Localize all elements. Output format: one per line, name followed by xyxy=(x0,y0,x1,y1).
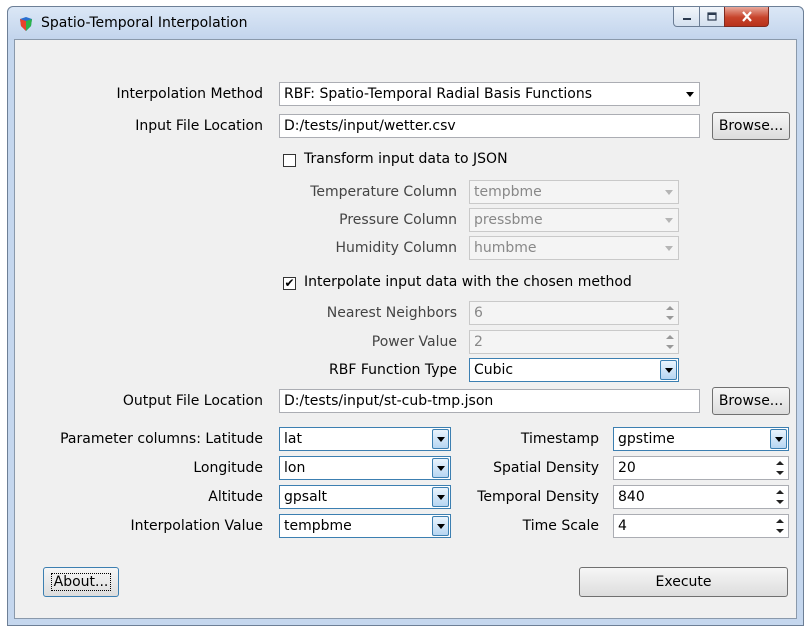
interp-value-value: tempbme xyxy=(284,518,352,534)
temporal-density-spinbox[interactable]: 840 xyxy=(613,485,789,509)
chevron-down-icon xyxy=(432,516,449,536)
latitude-select[interactable]: lat xyxy=(279,427,451,451)
minimize-button[interactable] xyxy=(673,7,700,27)
neighbors-label: Nearest Neighbors xyxy=(326,305,457,321)
pressure-label: Pressure Column xyxy=(339,212,457,228)
chevron-down-icon xyxy=(432,487,449,507)
interpolate-label: Interpolate input data with the chosen m… xyxy=(304,274,632,290)
chevron-down-icon xyxy=(660,238,677,258)
transform-checkbox[interactable] xyxy=(283,154,296,167)
pressure-select[interactable]: pressbme xyxy=(469,208,679,232)
chevron-down-icon xyxy=(770,429,787,449)
minimize-icon xyxy=(682,17,691,20)
chevron-down-icon xyxy=(660,360,677,380)
latitude-label: Parameter columns: Latitude xyxy=(60,431,263,447)
spin-arrows-icon[interactable] xyxy=(773,487,786,507)
transform-label: Transform input data to JSON xyxy=(304,151,508,167)
time-scale-value: 4 xyxy=(618,518,627,534)
temperature-label: Temperature Column xyxy=(310,184,457,200)
interp-value-select[interactable]: tempbme xyxy=(279,514,451,538)
humidity-value: humbme xyxy=(474,240,537,256)
about-button-label: About... xyxy=(50,573,112,591)
chevron-down-icon xyxy=(681,84,698,104)
chevron-down-icon xyxy=(660,210,677,230)
rbf-value: Cubic xyxy=(474,362,514,378)
execute-button[interactable]: Execute xyxy=(579,567,788,597)
altitude-value: gpsalt xyxy=(284,489,328,505)
interpolate-checkbox[interactable]: ✔ xyxy=(283,277,296,290)
power-spinbox[interactable]: 2 xyxy=(469,330,679,354)
timestamp-value: gpstime xyxy=(618,431,675,447)
temporal-density-label: Temporal Density xyxy=(477,489,599,505)
app-icon xyxy=(20,17,32,31)
output-file-label: Output File Location xyxy=(122,393,263,409)
time-scale-label: Time Scale xyxy=(522,518,599,534)
input-file-field[interactable]: D:/tests/input/wetter.csv xyxy=(279,114,700,138)
altitude-select[interactable]: gpsalt xyxy=(279,485,451,509)
longitude-select[interactable]: lon xyxy=(279,456,451,480)
input-browse-button[interactable]: Browse... xyxy=(712,112,790,140)
spin-arrows-icon[interactable] xyxy=(663,303,676,323)
timestamp-select[interactable]: gpstime xyxy=(613,427,789,451)
window-title: Spatio-Temporal Interpolation xyxy=(41,15,248,31)
spatial-density-value: 20 xyxy=(618,460,636,476)
title-bar[interactable]: Spatio-Temporal Interpolation xyxy=(8,7,803,40)
close-icon xyxy=(741,11,752,22)
maximize-icon xyxy=(707,12,717,21)
longitude-label: Longitude xyxy=(193,460,263,476)
about-button[interactable]: About... xyxy=(43,567,119,597)
output-file-field[interactable]: D:/tests/input/st-cub-tmp.json xyxy=(279,389,700,413)
interp-value-label: Interpolation Value xyxy=(130,518,264,534)
method-value: RBF: Spatio-Temporal Radial Basis Functi… xyxy=(284,86,592,102)
temperature-select[interactable]: tempbme xyxy=(469,180,679,204)
rbf-select[interactable]: Cubic xyxy=(469,358,679,382)
latitude-value: lat xyxy=(284,431,302,447)
method-label: Interpolation Method xyxy=(116,86,263,102)
dialog-client-area: Interpolation Method RBF: Spatio-Tempora… xyxy=(14,39,797,619)
spatial-density-label: Spatial Density xyxy=(493,460,599,476)
chevron-down-icon xyxy=(432,458,449,478)
longitude-value: lon xyxy=(284,460,306,476)
input-file-label: Input File Location xyxy=(135,118,263,134)
temporal-density-value: 840 xyxy=(618,489,645,505)
chevron-down-icon xyxy=(432,429,449,449)
output-browse-button[interactable]: Browse... xyxy=(712,387,790,415)
neighbors-value: 6 xyxy=(474,305,483,321)
altitude-label: Altitude xyxy=(208,489,263,505)
dialog-window: Spatio-Temporal Interpolation Interpolat… xyxy=(7,6,804,626)
close-button[interactable] xyxy=(724,7,769,27)
rbf-label: RBF Function Type xyxy=(329,362,457,378)
humidity-label: Humidity Column xyxy=(335,240,457,256)
spatial-density-spinbox[interactable]: 20 xyxy=(613,456,789,480)
humidity-select[interactable]: humbme xyxy=(469,236,679,260)
chevron-down-icon xyxy=(660,182,677,202)
time-scale-spinbox[interactable]: 4 xyxy=(613,514,789,538)
temperature-value: tempbme xyxy=(474,184,542,200)
power-label: Power Value xyxy=(371,334,457,350)
power-value: 2 xyxy=(474,334,483,350)
spin-arrows-icon[interactable] xyxy=(773,458,786,478)
neighbors-spinbox[interactable]: 6 xyxy=(469,301,679,325)
spin-arrows-icon[interactable] xyxy=(773,516,786,536)
maximize-button[interactable] xyxy=(699,7,725,27)
pressure-value: pressbme xyxy=(474,212,543,228)
spin-arrows-icon[interactable] xyxy=(663,332,676,352)
method-select[interactable]: RBF: Spatio-Temporal Radial Basis Functi… xyxy=(279,82,700,106)
timestamp-label: Timestamp xyxy=(520,431,599,447)
